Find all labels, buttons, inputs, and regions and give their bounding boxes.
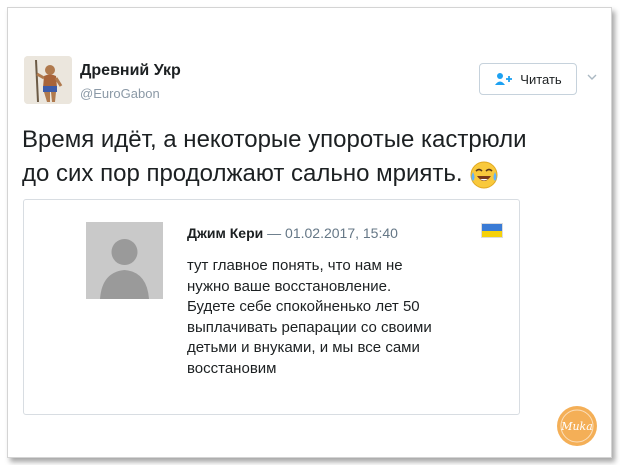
add-user-icon (495, 73, 513, 85)
tweet-line: Время идёт, а некоторые упоротые кастрюл… (22, 126, 527, 153)
quote-date: 01.02.2017, 15:40 (285, 225, 398, 241)
quote-line: восстановим (187, 359, 277, 377)
watermark-logo: Muka (557, 406, 597, 446)
default-profile-icon (86, 222, 163, 299)
warrior-figure-icon (24, 56, 72, 104)
quote-line: Будете себе спокойненько лет 50 (187, 298, 420, 315)
quote-author-name: Джим Кери (187, 225, 264, 241)
face-with-tears-of-joy-icon (470, 161, 498, 189)
watermark-text: Muka (560, 420, 593, 433)
quote-line: тут главное понять, что нам не (187, 257, 403, 274)
author-handle[interactable]: @EuroGabon (80, 86, 160, 101)
quote-line: выплачивать репарации со своими (187, 318, 432, 336)
follow-button[interactable]: Читать (479, 63, 577, 95)
tweet-line: до сих пор продолжают сально мриять. (22, 160, 463, 187)
tweet-line-with-emoji: до сих пор продолжают сально мриять. (22, 157, 582, 191)
follow-button-label: Читать (520, 71, 562, 87)
quote-text: тут главное понять, что нам не нужно ваш… (187, 256, 507, 379)
quote-avatar (86, 222, 163, 299)
quote-line: нужно ваше восстановление. (187, 277, 392, 295)
tweet-text: Время идёт, а некоторые упоротые кастрюл… (22, 123, 582, 191)
flag-yellow-stripe (482, 230, 502, 237)
author-avatar[interactable] (24, 56, 72, 104)
quote-line: детьми и внуками, и мы все сами (187, 339, 420, 356)
author-name[interactable]: Древний Укр (80, 62, 181, 80)
quote-separator: — (267, 225, 282, 241)
chevron-down-icon[interactable] (586, 72, 598, 82)
ukraine-flag-icon (481, 223, 503, 238)
quote-header: Джим Кери — 01.02.2017, 15:40 (187, 225, 398, 241)
